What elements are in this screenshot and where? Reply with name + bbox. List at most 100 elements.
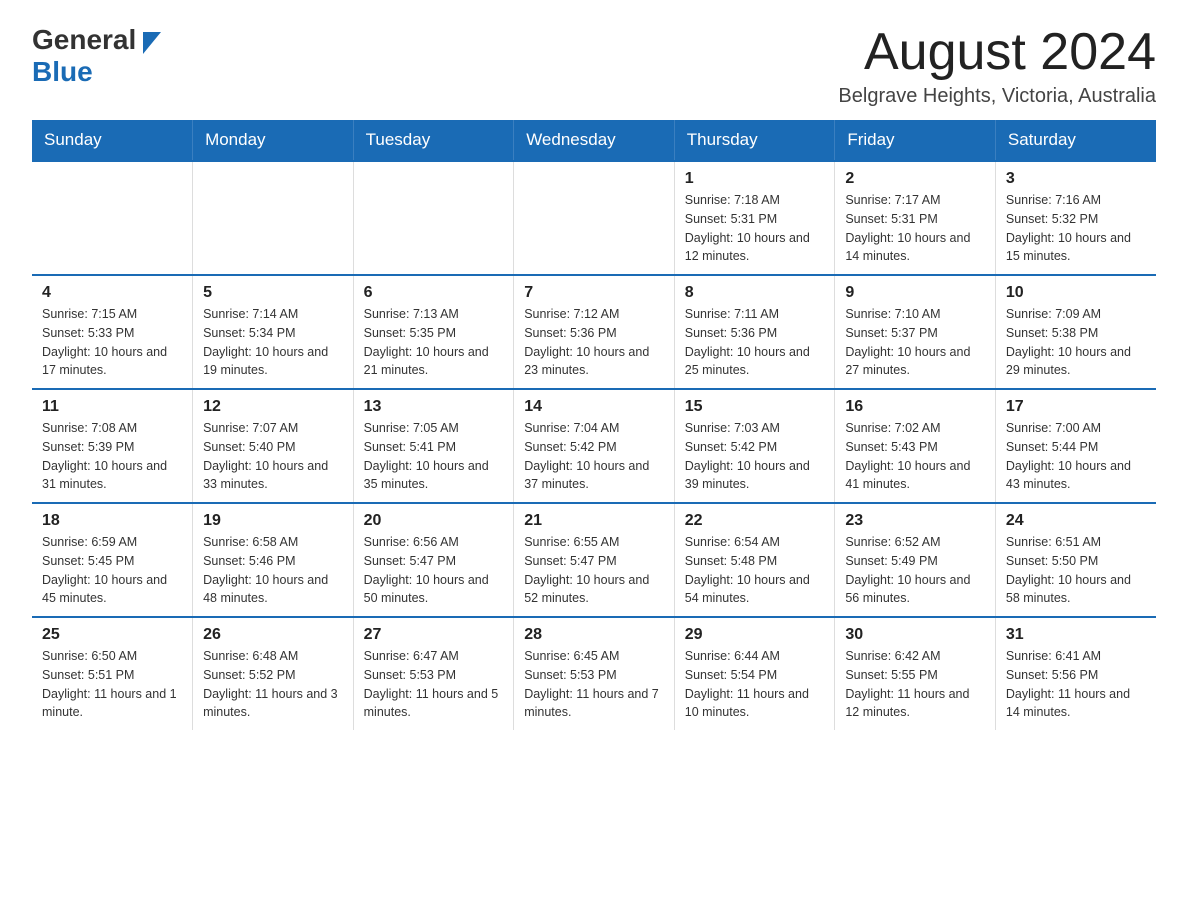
calendar-cell: 23 Sunrise: 6:52 AM Sunset: 5:49 PM Dayli… [835, 503, 996, 617]
day-info: Sunrise: 7:18 AM Sunset: 5:31 PM Dayligh… [685, 191, 825, 266]
day-number: 16 [845, 398, 985, 416]
calendar-cell: 26Sunrise: 6:48 AM Sunset: 5:52 PM Dayli… [193, 617, 354, 730]
day-info: Sunrise: 7:15 AM Sunset: 5:33 PM Dayligh… [42, 305, 182, 380]
col-sunday: Sunday [32, 120, 193, 161]
day-number: 5 [203, 284, 343, 302]
calendar-week-5: 25 Sunrise: 6:50 AM Sunset: 5:51 PM Dayli… [32, 617, 1156, 730]
logo-arrow-icon [139, 32, 161, 54]
day-number: 7 [524, 284, 664, 302]
day-info: Sunrise: 7:04 AM Sunset: 5:42 PM Dayligh… [524, 419, 664, 494]
month-title: August 2024 [838, 24, 1156, 81]
day-info: Sunrise: 6:50 AM Sunset: 5:51 PM Dayligh… [42, 647, 182, 722]
calendar-week-2: 4 Sunrise: 7:15 AM Sunset: 5:33 PM Daylig… [32, 275, 1156, 389]
col-monday: Monday [193, 120, 354, 161]
day-number: 15 [685, 398, 825, 416]
calendar-cell: 30 Sunrise: 6:42 AM Sunset: 5:55 PM Dayli… [835, 617, 996, 730]
calendar-header: Sunday Monday Tuesday Wednesday Thursday… [32, 120, 1156, 161]
day-info: Sunrise: 7:11 AM Sunset: 5:36 PM Dayligh… [685, 305, 825, 380]
day-number: 13 [364, 398, 504, 416]
day-number: 23 [845, 512, 985, 530]
day-info: Sunrise: 7:00 AM Sunset: 5:44 PM Dayligh… [1006, 419, 1146, 494]
calendar-cell: 16 Sunrise: 7:02 AM Sunset: 5:43 PM Dayli… [835, 389, 996, 503]
title-area: August 2024 Belgrave Heights, Victoria, … [838, 24, 1156, 108]
col-wednesday: Wednesday [514, 120, 675, 161]
day-info: Sunrise: 7:13 AM Sunset: 5:35 PM Dayligh… [364, 305, 504, 380]
logo-blue-text: Blue [32, 56, 93, 88]
logo-general-text: General [32, 24, 136, 56]
day-number: 3 [1006, 170, 1146, 188]
calendar-cell: 6 Sunrise: 7:13 AM Sunset: 5:35 PM Daylig… [353, 275, 514, 389]
day-number: 10 [1006, 284, 1146, 302]
calendar-cell: 25 Sunrise: 6:50 AM Sunset: 5:51 PM Dayli… [32, 617, 193, 730]
day-number: 25 [42, 626, 182, 644]
calendar-cell: 18 Sunrise: 6:59 AM Sunset: 5:45 PM Dayli… [32, 503, 193, 617]
day-number: 17 [1006, 398, 1146, 416]
calendar-cell: 24 Sunrise: 6:51 AM Sunset: 5:50 PM Dayli… [995, 503, 1156, 617]
day-info: Sunrise: 6:51 AM Sunset: 5:50 PM Dayligh… [1006, 533, 1146, 608]
day-number: 24 [1006, 512, 1146, 530]
calendar-cell: 9Sunrise: 7:10 AM Sunset: 5:37 PM Daylig… [835, 275, 996, 389]
calendar-cell: 11Sunrise: 7:08 AM Sunset: 5:39 PM Dayli… [32, 389, 193, 503]
logo: General Blue [32, 24, 161, 88]
day-number: 30 [845, 626, 985, 644]
day-info: Sunrise: 6:41 AM Sunset: 5:56 PM Dayligh… [1006, 647, 1146, 722]
day-number: 29 [685, 626, 825, 644]
day-info: Sunrise: 6:56 AM Sunset: 5:47 PM Dayligh… [364, 533, 504, 608]
calendar-table: Sunday Monday Tuesday Wednesday Thursday… [32, 120, 1156, 730]
day-info: Sunrise: 6:54 AM Sunset: 5:48 PM Dayligh… [685, 533, 825, 608]
day-number: 18 [42, 512, 182, 530]
day-number: 1 [685, 170, 825, 188]
calendar-cell [514, 161, 675, 275]
day-info: Sunrise: 6:47 AM Sunset: 5:53 PM Dayligh… [364, 647, 504, 722]
calendar-cell: 5 Sunrise: 7:14 AM Sunset: 5:34 PM Daylig… [193, 275, 354, 389]
day-number: 6 [364, 284, 504, 302]
calendar-cell: 8 Sunrise: 7:11 AM Sunset: 5:36 PM Daylig… [674, 275, 835, 389]
calendar-body: 1 Sunrise: 7:18 AM Sunset: 5:31 PM Daylig… [32, 161, 1156, 730]
col-thursday: Thursday [674, 120, 835, 161]
calendar-cell [353, 161, 514, 275]
day-number: 27 [364, 626, 504, 644]
day-info: Sunrise: 7:07 AM Sunset: 5:40 PM Dayligh… [203, 419, 343, 494]
day-info: Sunrise: 7:03 AM Sunset: 5:42 PM Dayligh… [685, 419, 825, 494]
calendar-cell: 15 Sunrise: 7:03 AM Sunset: 5:42 PM Dayli… [674, 389, 835, 503]
calendar-cell: 19Sunrise: 6:58 AM Sunset: 5:46 PM Dayli… [193, 503, 354, 617]
calendar-cell [193, 161, 354, 275]
calendar-cell: 13 Sunrise: 7:05 AM Sunset: 5:41 PM Dayli… [353, 389, 514, 503]
calendar-cell: 1 Sunrise: 7:18 AM Sunset: 5:31 PM Daylig… [674, 161, 835, 275]
day-info: Sunrise: 6:59 AM Sunset: 5:45 PM Dayligh… [42, 533, 182, 608]
day-info: Sunrise: 6:45 AM Sunset: 5:53 PM Dayligh… [524, 647, 664, 722]
calendar-cell: 2Sunrise: 7:17 AM Sunset: 5:31 PM Daylig… [835, 161, 996, 275]
calendar-cell: 4 Sunrise: 7:15 AM Sunset: 5:33 PM Daylig… [32, 275, 193, 389]
calendar-week-1: 1 Sunrise: 7:18 AM Sunset: 5:31 PM Daylig… [32, 161, 1156, 275]
calendar-cell: 22 Sunrise: 6:54 AM Sunset: 5:48 PM Dayli… [674, 503, 835, 617]
day-number: 4 [42, 284, 182, 302]
day-number: 11 [42, 398, 182, 416]
calendar-cell: 17 Sunrise: 7:00 AM Sunset: 5:44 PM Dayli… [995, 389, 1156, 503]
day-info: Sunrise: 7:14 AM Sunset: 5:34 PM Dayligh… [203, 305, 343, 380]
calendar-cell: 27 Sunrise: 6:47 AM Sunset: 5:53 PM Dayli… [353, 617, 514, 730]
calendar-cell: 31 Sunrise: 6:41 AM Sunset: 5:56 PM Dayli… [995, 617, 1156, 730]
day-info: Sunrise: 7:09 AM Sunset: 5:38 PM Dayligh… [1006, 305, 1146, 380]
col-tuesday: Tuesday [353, 120, 514, 161]
day-number: 9 [845, 284, 985, 302]
day-number: 22 [685, 512, 825, 530]
location-subtitle: Belgrave Heights, Victoria, Australia [838, 85, 1156, 108]
day-number: 20 [364, 512, 504, 530]
day-number: 14 [524, 398, 664, 416]
day-number: 31 [1006, 626, 1146, 644]
day-info: Sunrise: 6:42 AM Sunset: 5:55 PM Dayligh… [845, 647, 985, 722]
day-info: Sunrise: 6:52 AM Sunset: 5:49 PM Dayligh… [845, 533, 985, 608]
day-info: Sunrise: 7:16 AM Sunset: 5:32 PM Dayligh… [1006, 191, 1146, 266]
day-info: Sunrise: 6:44 AM Sunset: 5:54 PM Dayligh… [685, 647, 825, 722]
calendar-cell: 29 Sunrise: 6:44 AM Sunset: 5:54 PM Dayli… [674, 617, 835, 730]
calendar-cell: 21Sunrise: 6:55 AM Sunset: 5:47 PM Dayli… [514, 503, 675, 617]
day-info: Sunrise: 6:55 AM Sunset: 5:47 PM Dayligh… [524, 533, 664, 608]
calendar-cell: 3 Sunrise: 7:16 AM Sunset: 5:32 PM Daylig… [995, 161, 1156, 275]
day-info: Sunrise: 6:48 AM Sunset: 5:52 PM Dayligh… [203, 647, 343, 722]
day-number: 8 [685, 284, 825, 302]
day-number: 19 [203, 512, 343, 530]
day-info: Sunrise: 7:02 AM Sunset: 5:43 PM Dayligh… [845, 419, 985, 494]
day-info: Sunrise: 7:05 AM Sunset: 5:41 PM Dayligh… [364, 419, 504, 494]
calendar-cell: 12Sunrise: 7:07 AM Sunset: 5:40 PM Dayli… [193, 389, 354, 503]
calendar-cell: 7Sunrise: 7:12 AM Sunset: 5:36 PM Daylig… [514, 275, 675, 389]
